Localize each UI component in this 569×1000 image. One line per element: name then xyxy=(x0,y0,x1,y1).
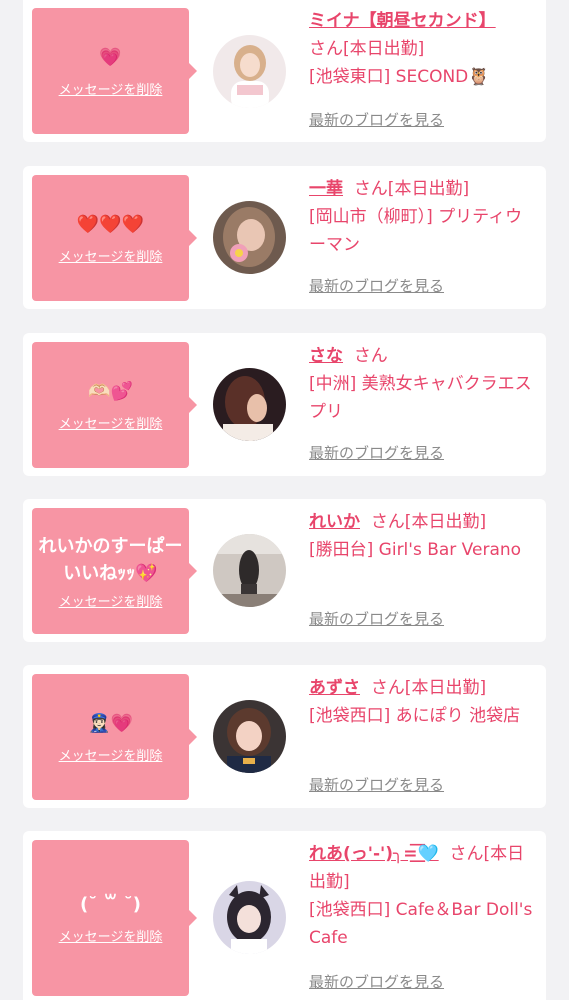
message-text: れいかのすーぱーいいねｯｯ💖 xyxy=(38,535,183,584)
cast-name-link[interactable]: れあ(っ'-')╮=͟͟͞͞🩵 xyxy=(309,844,439,864)
message-list: 💗 メッセージを削除 ミイナ【朝昼セカンド】 さん[本日出勤] [池袋東口] S… xyxy=(0,0,569,1000)
profile-photo-icon xyxy=(213,368,286,441)
entry-info: ミイナ【朝昼セカンド】 さん[本日出勤] [池袋東口] SECOND🦉 xyxy=(309,7,537,91)
message-bubble: 🫶🏻💕 メッセージを削除 xyxy=(32,342,197,468)
cast-name-link[interactable]: あずさ xyxy=(309,678,360,698)
list-item: れいかのすーぱーいいねｯｯ💖 メッセージを削除 れいか さん[本日出勤] [勝田… xyxy=(23,499,546,642)
profile-photo-icon xyxy=(213,881,286,954)
avatar[interactable] xyxy=(213,201,286,274)
cast-name-link[interactable]: 一華 xyxy=(309,179,343,199)
shop-name: [池袋西口] Cafe＆Bar Doll's Cafe xyxy=(309,900,533,948)
shop-name: [池袋東口] SECOND🦉 xyxy=(309,67,490,87)
cast-name-link[interactable]: れいか xyxy=(309,512,360,532)
cast-status: さん[本日出勤] xyxy=(370,678,487,698)
latest-blog-link[interactable]: 最新のブログを見る xyxy=(309,275,444,296)
entry-info: れいか さん[本日出勤] [勝田台] Girl's Bar Verano xyxy=(309,508,537,564)
profile-photo-icon xyxy=(213,700,286,773)
profile-photo-icon xyxy=(213,534,286,607)
entry-info: れあ(っ'-')╮=͟͟͞͞🩵 さん[本日出勤] [池袋西口] Cafe＆Bar… xyxy=(309,840,537,952)
avatar[interactable] xyxy=(213,881,286,954)
entry-info: あずさ さん[本日出勤] [池袋西口] あにぽり 池袋店 xyxy=(309,674,537,730)
delete-message-link[interactable]: メッセージを削除 xyxy=(59,413,163,432)
delete-message-link[interactable]: メッセージを削除 xyxy=(59,926,163,945)
latest-blog-link[interactable]: 最新のブログを見る xyxy=(309,442,444,463)
cast-status: さん xyxy=(353,346,388,366)
shop-name: [勝田台] Girl's Bar Verano xyxy=(309,540,522,560)
cast-status: さん[本日出勤] xyxy=(309,39,425,59)
message-bubble: 💗 メッセージを削除 xyxy=(32,8,197,134)
profile-photo-icon xyxy=(213,35,286,108)
avatar[interactable] xyxy=(213,534,286,607)
avatar[interactable] xyxy=(213,368,286,441)
message-bubble: れいかのすーぱーいいねｯｯ💖 メッセージを削除 xyxy=(32,508,197,634)
avatar[interactable] xyxy=(213,700,286,773)
profile-photo-icon xyxy=(213,201,286,274)
list-item: 💗 メッセージを削除 ミイナ【朝昼セカンド】 さん[本日出勤] [池袋東口] S… xyxy=(23,0,546,142)
shop-name: [池袋西口] あにぽり 池袋店 xyxy=(309,706,521,726)
delete-message-link[interactable]: メッセージを削除 xyxy=(59,591,163,610)
latest-blog-link[interactable]: 最新のブログを見る xyxy=(309,608,444,629)
list-item: (˘ ꒳ ˘) メッセージを削除 れあ(っ'-')╮=͟͟͞͞🩵 さん[本日出勤… xyxy=(23,831,546,1000)
shop-name: [岡山市（柳町）] プリティウーマン xyxy=(309,207,523,255)
list-item: 👮🏻‍♀️💗 メッセージを削除 あずさ さん[本日出勤] [池袋西口] あにぽり… xyxy=(23,665,546,808)
delete-message-link[interactable]: メッセージを削除 xyxy=(59,745,163,764)
message-text: 👮🏻‍♀️💗 xyxy=(88,713,133,734)
list-item: 🫶🏻💕 メッセージを削除 さな さん [中洲] 美熟女キャバクラエスプリ 最新の… xyxy=(23,333,546,476)
cast-name-link[interactable]: ミイナ【朝昼セカンド】 xyxy=(309,11,496,31)
message-bubble: (˘ ꒳ ˘) メッセージを削除 xyxy=(32,840,197,996)
latest-blog-link[interactable]: 最新のブログを見る xyxy=(309,774,444,795)
shop-name: [中洲] 美熟女キャバクラエスプリ xyxy=(309,374,532,422)
message-text: (˘ ꒳ ˘) xyxy=(79,894,142,915)
entry-info: さな さん [中洲] 美熟女キャバクラエスプリ xyxy=(309,342,537,426)
list-item: ❤️❤️❤️ メッセージを削除 一華 さん[本日出勤] [岡山市（柳町）] プリ… xyxy=(23,166,546,309)
cast-status: さん[本日出勤] xyxy=(370,512,487,532)
latest-blog-link[interactable]: 最新のブログを見る xyxy=(309,109,444,130)
cast-name-link[interactable]: さな xyxy=(309,346,343,366)
latest-blog-link[interactable]: 最新のブログを見る xyxy=(309,971,444,992)
message-text: 💗 xyxy=(99,47,122,68)
message-bubble: 👮🏻‍♀️💗 メッセージを削除 xyxy=(32,674,197,800)
delete-message-link[interactable]: メッセージを削除 xyxy=(59,79,163,98)
delete-message-link[interactable]: メッセージを削除 xyxy=(59,246,163,265)
avatar[interactable] xyxy=(213,35,286,108)
cast-status: さん[本日出勤] xyxy=(353,179,470,199)
message-text: 🫶🏻💕 xyxy=(88,381,133,402)
message-text: ❤️❤️❤️ xyxy=(76,214,145,235)
message-bubble: ❤️❤️❤️ メッセージを削除 xyxy=(32,175,197,301)
entry-info: 一華 さん[本日出勤] [岡山市（柳町）] プリティウーマン xyxy=(309,175,537,259)
